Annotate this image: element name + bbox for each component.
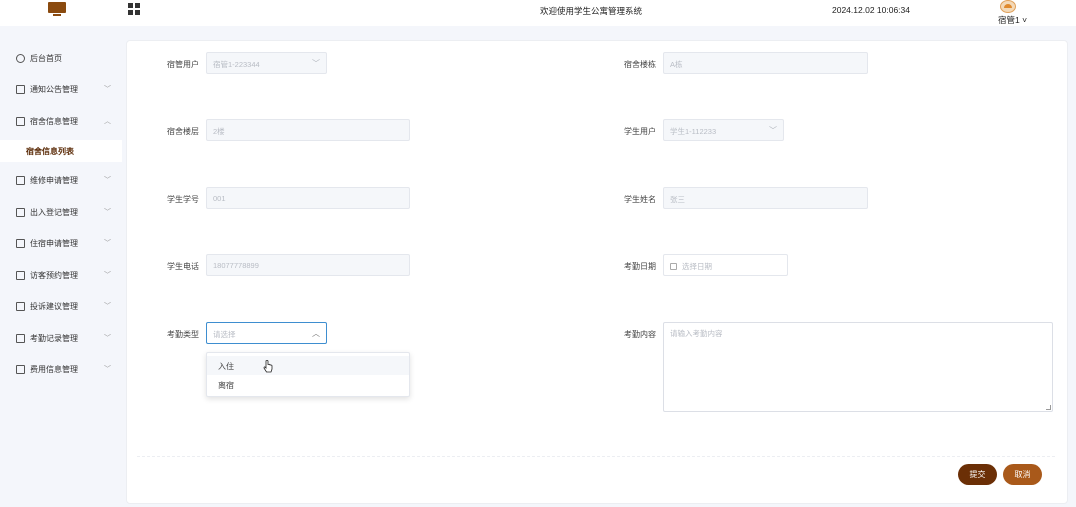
sidebar-item-lodging[interactable]: 住宿申请管理 ﹀ (0, 232, 122, 256)
chevron-down-icon: ﹀ (104, 240, 111, 247)
sidebar-item-label: 维修申请管理 (30, 176, 78, 185)
dorm-building-field[interactable]: A栋 (663, 52, 868, 74)
sidebar-item-entry[interactable]: 出入登记管理 ﹀ (0, 201, 122, 225)
sidebar-item-visitor[interactable]: 访客预约管理 ﹀ (0, 264, 122, 288)
sidebar-item-notice[interactable]: 通知公告管理 ﹀ (0, 78, 122, 102)
attendance-type-label: 考勤类型 (167, 330, 199, 339)
sidebar-item-home[interactable]: 后台首页 (0, 47, 122, 71)
system-title: 欢迎使用学生公寓管理系统 (540, 6, 643, 16)
calendar-icon (670, 263, 677, 270)
sidebar-item-label: 后台首页 (30, 54, 62, 63)
sidebar-item-label: 通知公告管理 (30, 85, 78, 94)
attendance-type-dropdown: 入住 离宿 (206, 352, 410, 397)
dorm-floor-field[interactable]: 2楼 (206, 119, 410, 141)
user-name: 宿管1 ˅ (998, 15, 1028, 25)
calendar-icon (16, 85, 25, 94)
attendance-date-picker[interactable]: 选择日期 (663, 254, 788, 276)
dorm-floor-label: 宿舍楼层 (167, 127, 199, 136)
calendar-icon (16, 117, 25, 126)
chevron-down-icon: ﹀ (104, 272, 111, 279)
chevron-down-icon: ﹀ (104, 335, 111, 342)
sidebar-item-label: 宿舍信息管理 (30, 117, 78, 126)
current-datetime: 2024.12.02 10:06:34 (832, 5, 910, 15)
hand-cursor-icon (263, 360, 273, 373)
dorm-building-label: 宿舍楼栋 (624, 60, 656, 69)
chevron-up-icon: ︿ (104, 118, 111, 125)
sidebar-item-dorm[interactable]: 宿舍信息管理 ︿ (0, 110, 122, 134)
dropdown-option[interactable]: 离宿 (207, 375, 409, 394)
dorm-manager-label: 宿管用户 (167, 60, 199, 69)
monitor-logo-icon (48, 2, 66, 16)
chevron-down-icon: ﹀ (312, 59, 320, 68)
chevron-down-icon: ﹀ (104, 209, 111, 216)
calendar-icon (16, 365, 25, 374)
sidebar-subitem-dorm-list[interactable]: 宿舍信息列表 (0, 140, 122, 162)
top-header: 欢迎使用学生公寓管理系统 2024.12.02 10:06:34 宿管1 ˅ (0, 0, 1076, 26)
calendar-icon (16, 302, 25, 311)
sidebar-item-label: 考勤记录管理 (30, 334, 78, 343)
dropdown-option[interactable]: 入住 (207, 356, 409, 375)
student-id-field[interactable]: 001 (206, 187, 410, 209)
calendar-icon (16, 271, 25, 280)
form-divider (137, 456, 1055, 457)
calendar-icon (16, 239, 25, 248)
chevron-down-icon: ﹀ (104, 366, 111, 373)
student-phone-field[interactable]: 18077778899 (206, 254, 410, 276)
sidebar: 后台首页 通知公告管理 ﹀ 宿舍信息管理 ︿ 宿舍信息列表 维修申请管理 ﹀ 出… (0, 26, 122, 507)
sidebar-item-fees[interactable]: 费用信息管理 ﹀ (0, 358, 122, 382)
clock-icon (16, 54, 25, 63)
calendar-icon (16, 176, 25, 185)
submit-button[interactable]: 提交 (958, 464, 997, 485)
attendance-content-label: 考勤内容 (624, 330, 656, 339)
chevron-down-icon: ﹀ (104, 303, 111, 310)
avatar (1000, 0, 1016, 13)
sidebar-item-label: 住宿申请管理 (30, 239, 78, 248)
student-id-label: 学生学号 (167, 195, 199, 204)
sidebar-item-repair[interactable]: 维修申请管理 ﹀ (0, 169, 122, 193)
sidebar-subitem-label: 宿舍信息列表 (26, 147, 74, 156)
attendance-date-label: 考勤日期 (624, 262, 656, 271)
chevron-down-icon: ﹀ (769, 126, 777, 135)
chevron-down-icon: ﹀ (104, 86, 111, 93)
user-menu[interactable]: 宿管1 ˅ (996, 0, 1036, 26)
student-phone-label: 学生电话 (167, 262, 199, 271)
sidebar-item-label: 访客预约管理 (30, 271, 78, 280)
attendance-content-textarea[interactable]: 请输入考勤内容 (663, 322, 1053, 412)
chevron-up-icon: ︿ (312, 329, 320, 338)
student-user-label: 学生用户 (624, 127, 656, 136)
calendar-icon (16, 334, 25, 343)
resize-handle-icon[interactable] (1046, 405, 1051, 410)
sidebar-item-label: 费用信息管理 (30, 365, 78, 374)
attendance-type-select[interactable]: 请选择 ︿ (206, 322, 327, 344)
student-name-field[interactable]: 张三 (663, 187, 868, 209)
chevron-down-icon: ﹀ (104, 177, 111, 184)
calendar-icon (16, 208, 25, 217)
dorm-manager-select[interactable]: 宿管1-223344 ﹀ (206, 52, 327, 74)
sidebar-item-label: 投诉建议管理 (30, 302, 78, 311)
sidebar-item-complaint[interactable]: 投诉建议管理 ﹀ (0, 295, 122, 319)
grid-menu-icon[interactable] (128, 3, 140, 15)
sidebar-item-label: 出入登记管理 (30, 208, 78, 217)
student-user-select[interactable]: 学生1-112233 ﹀ (663, 119, 784, 141)
sidebar-item-attendance[interactable]: 考勤记录管理 ﹀ (0, 327, 122, 351)
cancel-button[interactable]: 取消 (1003, 464, 1042, 485)
student-name-label: 学生姓名 (624, 195, 656, 204)
